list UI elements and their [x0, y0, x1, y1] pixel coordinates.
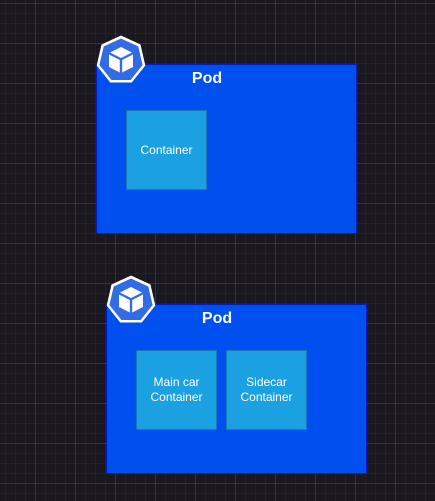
main-container-box[interactable]: Main car Container — [136, 350, 217, 430]
sidecar-container-box[interactable]: Sidecar Container — [226, 350, 307, 430]
diagram-canvas: Pod Container Pod Main car Container Sid… — [0, 0, 435, 501]
container-box[interactable]: Container — [126, 110, 207, 190]
kubernetes-pod-icon — [105, 274, 157, 326]
pod-box[interactable]: Pod Main car Container Sidecar Container — [106, 304, 367, 474]
pod-box[interactable]: Pod Container — [96, 64, 357, 234]
kubernetes-pod-icon — [95, 34, 147, 86]
